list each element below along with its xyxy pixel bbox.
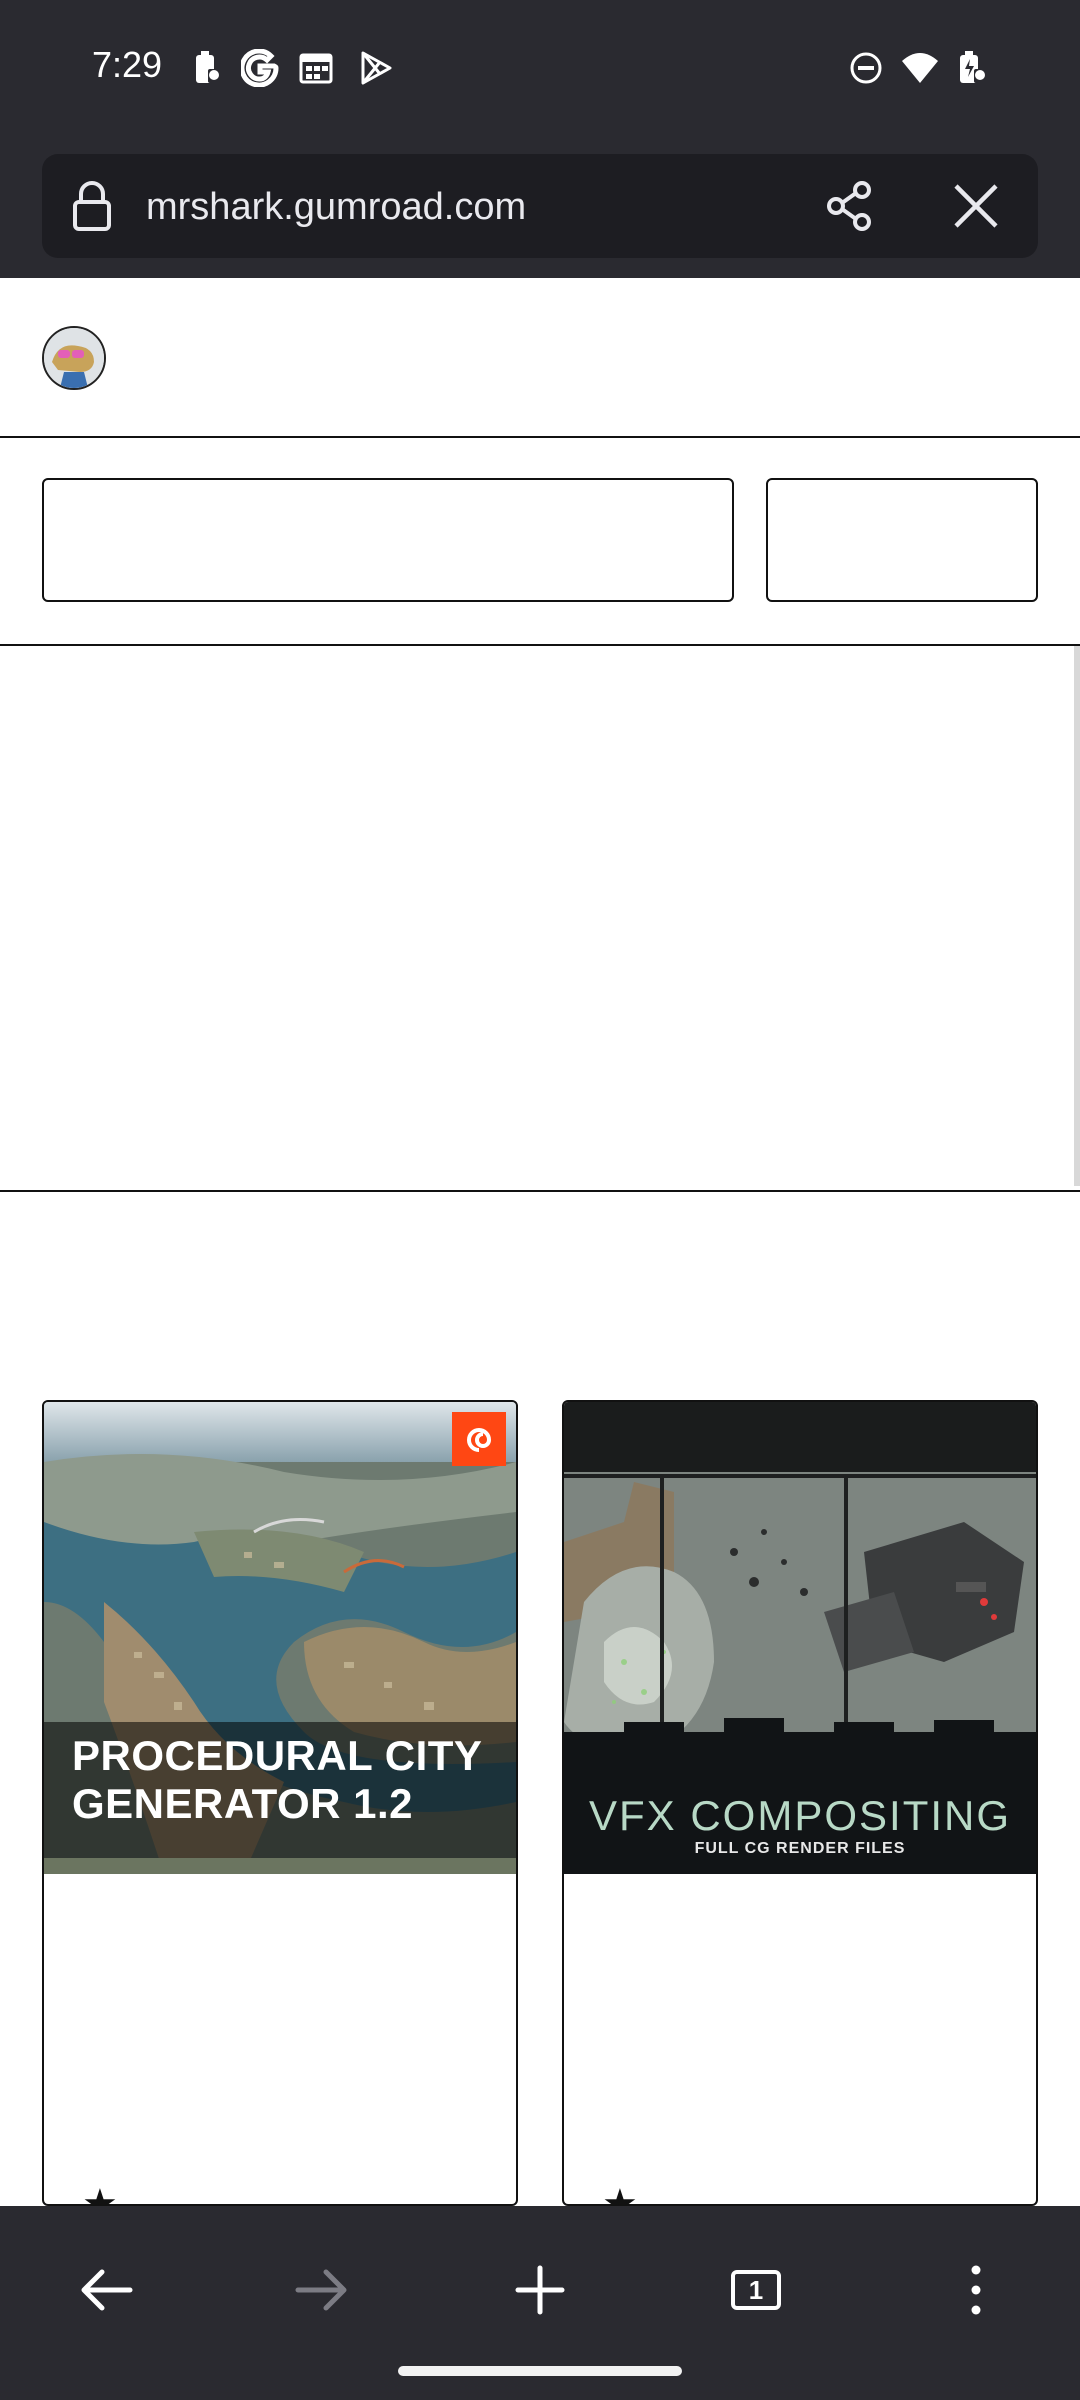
address-bar[interactable]: mrshark.gumroad.com bbox=[42, 154, 1038, 258]
product-title[interactable]: PROCEDURAL CITY GENERATOR 1.2 bbox=[72, 1732, 482, 1828]
tabs-icon[interactable]: 1 bbox=[716, 2250, 796, 2330]
lock-icon[interactable] bbox=[70, 180, 114, 237]
battery-charging-icon bbox=[952, 48, 992, 88]
product-card-procedural-city[interactable]: PROCEDURAL CITY GENERATOR 1.2 ★ bbox=[42, 1400, 518, 2206]
browser-bottom-bar: 1 bbox=[0, 2206, 1080, 2400]
forward-arrow-icon[interactable] bbox=[282, 2250, 362, 2330]
scrollbar[interactable] bbox=[1074, 646, 1080, 1186]
product-thumbnail[interactable]: VFX COMPOSITING FULL CG RENDER FILES bbox=[564, 1402, 1036, 1874]
share-icon[interactable] bbox=[822, 178, 878, 239]
browser-toolbar: mrshark.gumroad.com bbox=[0, 140, 1080, 278]
more-icon[interactable] bbox=[936, 2250, 1016, 2330]
back-arrow-icon[interactable] bbox=[66, 2250, 146, 2330]
new-tab-icon[interactable] bbox=[500, 2250, 580, 2330]
header-divider bbox=[0, 436, 1080, 438]
search-divider bbox=[0, 644, 1080, 646]
calendar-icon bbox=[296, 48, 336, 88]
clock: 7:29 bbox=[92, 44, 163, 85]
close-icon[interactable] bbox=[948, 178, 1004, 239]
rating-star-icon: ★ bbox=[82, 2182, 118, 2206]
web-page: PROCEDURAL CITY GENERATOR 1.2 ★ VFX COMP… bbox=[0, 278, 1080, 2206]
product-thumbnail[interactable]: PROCEDURAL CITY GENERATOR 1.2 bbox=[44, 1402, 516, 1874]
wifi-icon bbox=[900, 48, 940, 88]
section-divider bbox=[0, 1190, 1080, 1192]
google-icon bbox=[240, 48, 280, 88]
product-subtitle: FULL CG RENDER FILES bbox=[694, 1840, 906, 1857]
filter-button[interactable] bbox=[766, 478, 1038, 602]
search-input[interactable] bbox=[42, 478, 734, 602]
rating-star-icon: ★ bbox=[602, 2182, 638, 2206]
status-bar: 7:29 bbox=[0, 0, 1080, 140]
product-title[interactable]: VFX COMPOSITING bbox=[564, 1792, 1036, 1840]
product-card-vfx-compositing[interactable]: VFX COMPOSITING FULL CG RENDER FILES ★ bbox=[562, 1400, 1038, 2206]
play-store-icon bbox=[356, 48, 396, 88]
do-not-disturb-icon bbox=[846, 48, 886, 88]
tab-count[interactable]: 1 bbox=[731, 2270, 781, 2310]
home-gesture-bar[interactable] bbox=[398, 2366, 682, 2376]
avatar[interactable] bbox=[42, 326, 106, 390]
url-text[interactable]: mrshark.gumroad.com bbox=[146, 186, 526, 229]
battery-saver-icon bbox=[186, 48, 226, 88]
